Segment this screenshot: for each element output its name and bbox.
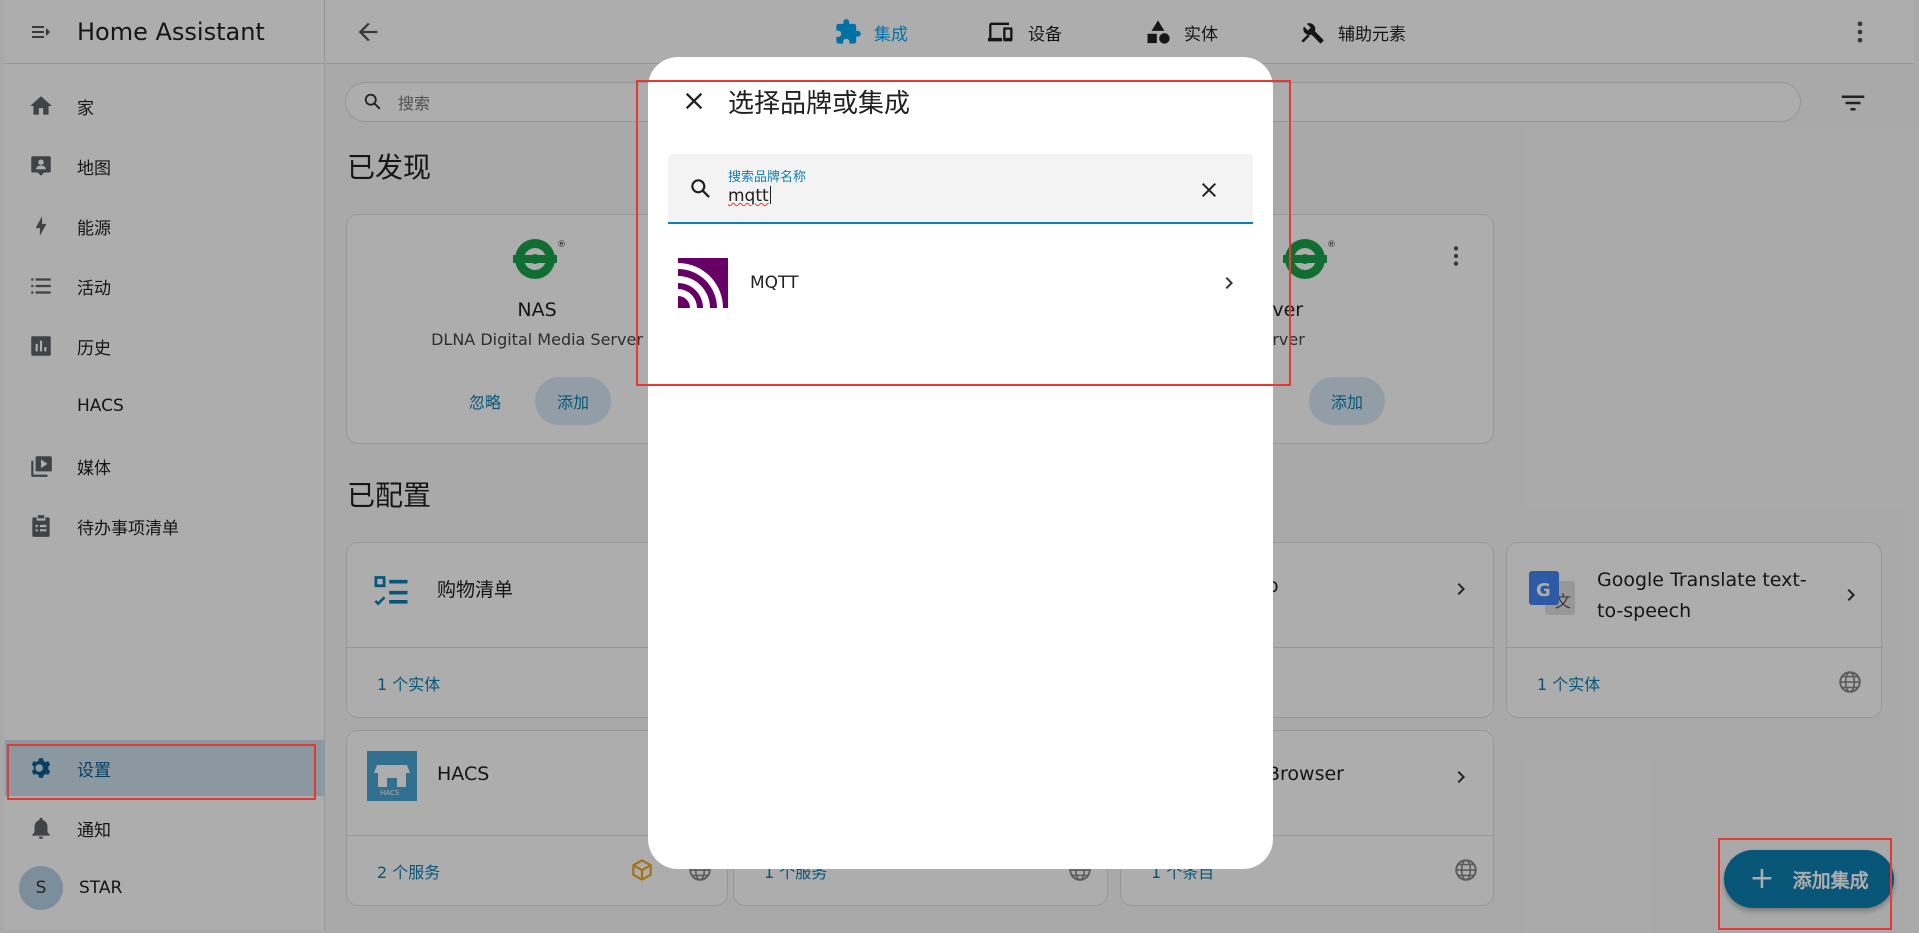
- search-icon: [691, 179, 710, 198]
- mqtt-logo-icon: [678, 258, 728, 308]
- result-item-mqtt[interactable]: MQTT: [668, 247, 1253, 319]
- dialog-title: 选择品牌或集成: [728, 89, 911, 119]
- search-field-label: 搜索品牌名称: [728, 170, 807, 185]
- result-name: MQTT: [750, 273, 799, 293]
- brand-search-input[interactable]: 搜索品牌名称 mqtt: [668, 154, 1253, 224]
- search-field-value: mqtt: [728, 186, 769, 206]
- select-integration-dialog: 选择品牌或集成 搜索品牌名称 mqtt MQTT: [648, 57, 1273, 869]
- clear-icon[interactable]: [1197, 178, 1221, 202]
- chevron-right-icon: [1225, 277, 1233, 289]
- close-icon[interactable]: [680, 87, 708, 115]
